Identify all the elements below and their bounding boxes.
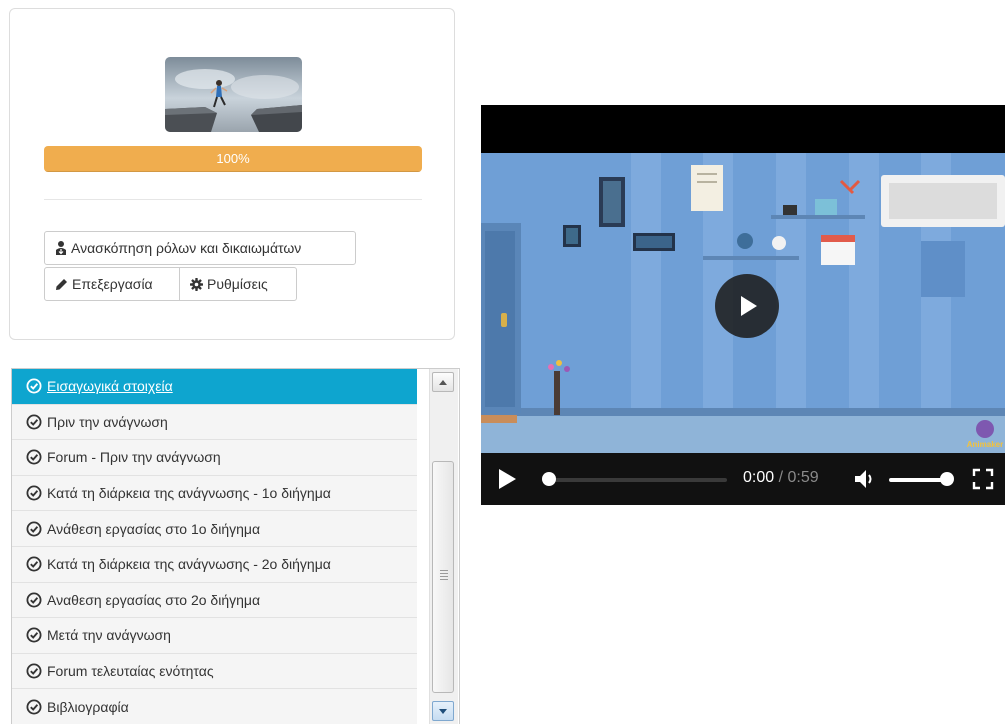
watermark-text: Animaker: [967, 440, 1003, 449]
duration: 0:59: [787, 469, 819, 486]
list-scrollbar[interactable]: [429, 369, 458, 724]
volume-slider[interactable]: [889, 478, 947, 482]
scrollbar-thumb[interactable]: [432, 461, 454, 693]
roles-permissions-label: Ανασκόπηση ρόλων και δικαιωμάτων: [71, 240, 302, 256]
unit-label: Forum τελευταίας ενότητας: [47, 663, 214, 680]
scroll-down-button[interactable]: [432, 701, 454, 721]
seek-bar[interactable]: [549, 478, 727, 482]
volume-handle[interactable]: [940, 472, 954, 486]
unit-item[interactable]: Κατά τη διάρκεια της ανάγνωσης - 1ο διήγ…: [12, 475, 417, 512]
course-card: 100% Ανασκόπηση ρόλων και δικαιωμάτων Επ…: [9, 8, 455, 340]
unit-item[interactable]: Forum - Πριν την ανάγνωση: [12, 440, 417, 476]
unit-label: Βιβλιογραφία: [47, 698, 129, 715]
unit-label: Μετά την ανάγνωση: [47, 627, 171, 644]
seek-handle[interactable]: [542, 472, 556, 486]
play-icon: [741, 296, 757, 316]
play-overlay-button[interactable]: [715, 274, 779, 338]
time-separator: /: [778, 469, 784, 486]
unit-label: Εισαγωγικά στοιχεία: [47, 378, 173, 395]
unit-item[interactable]: Μετά την ανάγνωση: [12, 618, 417, 654]
unit-label: Ανάθεση εργασίας στο 1ο διήγημα: [47, 520, 261, 537]
check-circle-icon: [26, 592, 42, 608]
arrow-up-icon: [439, 379, 447, 385]
gear-icon: [190, 278, 203, 291]
volume-icon[interactable]: [853, 468, 877, 490]
settings-button[interactable]: Ρυθμίσεις: [179, 267, 297, 301]
edit-label: Επεξεργασία: [72, 276, 153, 292]
unit-label: Forum - Πριν την ανάγνωση: [47, 449, 221, 466]
check-circle-icon: [26, 663, 42, 679]
edit-button[interactable]: Επεξεργασία: [44, 267, 180, 301]
course-progress-bar: 100%: [44, 146, 422, 172]
unit-item[interactable]: Ανάθεση εργασίας στο 1ο διήγημα: [12, 511, 417, 547]
unit-label: Αναθεση εργασίας στο 2ο διήγημα: [47, 591, 261, 608]
check-circle-icon: [26, 485, 42, 501]
unit-label: Πριν την ανάγνωση: [47, 413, 168, 430]
course-thumbnail: [165, 57, 302, 132]
check-circle-icon: [26, 521, 42, 537]
unit-label: Κατά τη διάρκεια της ανάγνωσης - 2ο διήγ…: [47, 556, 331, 573]
unit-item[interactable]: Forum τελευταίας ενότητας: [12, 653, 417, 690]
divider: [44, 199, 422, 200]
roles-permissions-button[interactable]: Ανασκόπηση ρόλων και δικαιωμάτων: [44, 231, 356, 265]
unit-item[interactable]: Κατά τη διάρκεια της ανάγνωσης - 2ο διήγ…: [12, 546, 417, 583]
units-list: Εισαγωγικά στοιχεία Πριν την ανάγνωση Foru…: [12, 369, 417, 724]
grip-icon: [440, 570, 448, 582]
unit-item[interactable]: Εισαγωγικά στοιχεία: [12, 369, 417, 405]
user-download-icon: [56, 241, 66, 255]
unit-item[interactable]: Πριν την ανάγνωση: [12, 404, 417, 441]
check-circle-icon: [26, 378, 42, 394]
check-circle-icon: [26, 699, 42, 715]
unit-item[interactable]: Βιβλιογραφία: [12, 689, 417, 724]
check-circle-icon: [26, 449, 42, 465]
check-circle-icon: [26, 414, 42, 430]
fullscreen-icon[interactable]: [972, 468, 994, 490]
unit-item[interactable]: Αναθεση εργασίας στο 2ο διήγημα: [12, 582, 417, 619]
play-icon[interactable]: [497, 468, 517, 490]
units-list-panel: Εισαγωγικά στοιχεία Πριν την ανάγνωση Foru…: [11, 368, 460, 724]
check-circle-icon: [26, 627, 42, 643]
scroll-up-button[interactable]: [432, 372, 454, 392]
video-player[interactable]: Animaker 0:00 / 0:59: [481, 105, 1005, 505]
time-display: 0:00 / 0:59: [743, 469, 819, 487]
progress-fill: 100%: [44, 146, 422, 172]
check-circle-icon: [26, 556, 42, 572]
unit-label: Κατά τη διάρκεια της ανάγνωσης - 1ο διήγ…: [47, 485, 331, 502]
settings-label: Ρυθμίσεις: [207, 276, 268, 292]
video-controls: 0:00 / 0:59: [481, 453, 1005, 505]
current-time: 0:00: [743, 469, 775, 486]
pencil-icon: [56, 279, 67, 290]
arrow-down-icon: [439, 708, 447, 714]
